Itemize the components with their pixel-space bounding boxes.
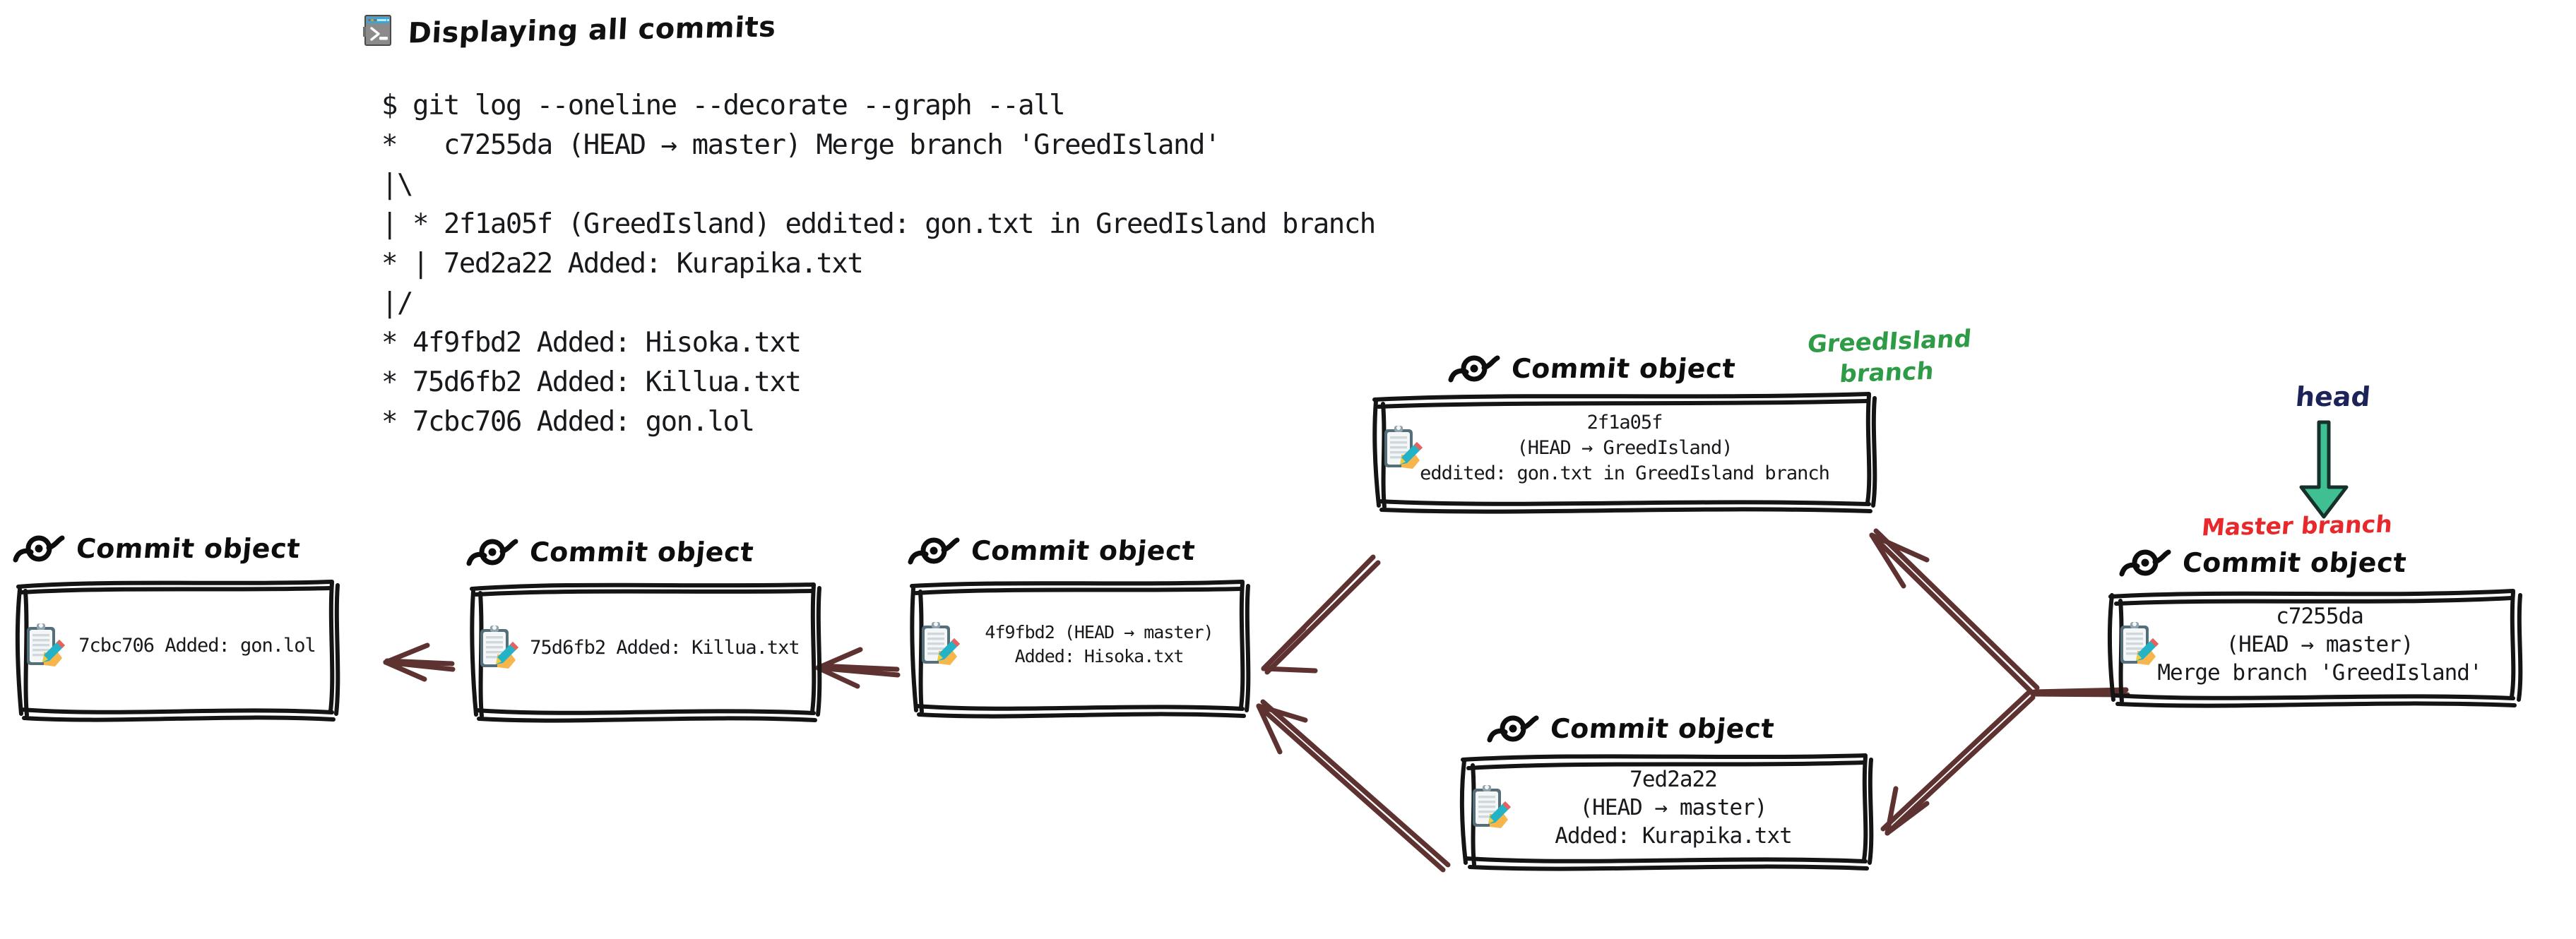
clipboard-pencil-icon — [480, 625, 518, 669]
commit-card-content: c7255da (HEAD → master) Merge branch 'Gr… — [2106, 590, 2516, 699]
commit-object-75d6fb2: Commit object 75d6fb2 Added: Killua.txt — [466, 537, 822, 723]
greedisland-branch-annotation: GreedIsland branch — [1806, 324, 1973, 389]
arrow-killua-to-gon — [383, 642, 456, 682]
commit-card-content: 7ed2a22 (HEAD → master) Added: Kurapika.… — [1459, 753, 1868, 862]
commit-object-icon — [13, 535, 65, 563]
head-annotation: head — [2294, 381, 2372, 412]
commit-object-header: Commit object — [13, 533, 338, 564]
commit-object-icon — [2119, 549, 2171, 577]
commit-card-content: 7cbc706 Added: gon.lol — [13, 575, 338, 717]
commit-card-text: 2f1a05f (HEAD → GreedIsland) eddited: go… — [1420, 412, 1830, 484]
clipboard-pencil-icon — [27, 623, 65, 666]
commit-object-label: Commit object — [970, 535, 1197, 566]
commit-object-header: Commit object — [1487, 713, 1868, 744]
commit-object-icon — [1448, 355, 1500, 383]
page-title: Displaying all commits — [407, 11, 777, 50]
commit-card: 7cbc706 Added: gon.lol — [13, 575, 340, 722]
master-branch-annotation: Master branch — [2200, 510, 2394, 542]
commit-card: c7255da (HEAD → master) Merge branch 'Gr… — [2106, 589, 2523, 708]
arrow-fork-to-greedisland — [1869, 528, 2040, 696]
commit-object-4f9fbd2: Commit object 4f9fbd2 (HEAD → master) Ad… — [908, 535, 1251, 719]
terminal-log-output: $ git log --oneline --decorate --graph -… — [381, 90, 1376, 438]
terminal-header: Displaying all commits — [363, 11, 777, 50]
commit-card-content: 2f1a05f (HEAD → GreedIsland) eddited: go… — [1370, 391, 1872, 506]
commit-card-text: 7cbc706 Added: gon.lol — [78, 635, 316, 657]
commit-object-label: Commit object — [2181, 547, 2408, 578]
commit-object-7cbc706: Commit object 7cbc706 Added: gon.lol — [13, 533, 340, 722]
terminal-icon — [363, 15, 391, 46]
arrow-greedisland-to-hisoka — [1261, 554, 1381, 675]
commit-object-label: Commit object — [75, 533, 302, 564]
commit-object-header: Commit object — [908, 535, 1247, 566]
commit-object-icon — [908, 537, 960, 565]
commit-card-text: 75d6fb2 Added: Killua.txt — [530, 636, 800, 659]
arrow-kurapika-to-hisoka — [1256, 699, 1451, 873]
commit-card: 2f1a05f (HEAD → GreedIsland) eddited: go… — [1370, 391, 1877, 514]
commit-object-c7255da: Commit object c7255da (HEAD → master) Me… — [2107, 547, 2523, 708]
commit-object-header: Commit object — [466, 537, 819, 568]
commit-object-label: Commit object — [528, 537, 755, 568]
commit-object-label: Commit object — [1510, 353, 1737, 384]
commit-object-header: Commit object — [2119, 547, 2516, 578]
commit-card-text: 4f9fbd2 (HEAD → master) Added: Hisoka.tx… — [985, 622, 1213, 666]
commit-card-text: c7255da (HEAD → master) Merge branch 'Gr… — [2157, 603, 2482, 686]
commit-object-icon — [466, 539, 518, 566]
commit-object-icon — [1487, 715, 1539, 743]
commit-object-label: Commit object — [1549, 713, 1776, 744]
clipboard-pencil-icon — [922, 622, 960, 665]
head-arrow-icon — [2299, 420, 2349, 519]
commit-card-content: 4f9fbd2 (HEAD → master) Added: Hisoka.tx… — [908, 578, 1247, 712]
arrow-fork-to-kurapika — [1880, 690, 2036, 836]
commit-card: 75d6fb2 Added: Killua.txt — [466, 579, 822, 723]
commit-card: 7ed2a22 (HEAD → master) Added: Kurapika.… — [1459, 753, 1874, 871]
commit-card-text: 7ed2a22 (HEAD → master) Added: Kurapika.… — [1555, 766, 1793, 849]
commit-object-7ed2a22: Commit object 7ed2a22 (HEAD → master) Ad… — [1452, 713, 1874, 871]
commit-card: 4f9fbd2 (HEAD → master) Added: Hisoka.tx… — [908, 578, 1251, 719]
commit-card-content: 75d6fb2 Added: Killua.txt — [466, 579, 819, 717]
diagram-canvas: Displaying all commits $ git log --oneli… — [0, 0, 2576, 939]
